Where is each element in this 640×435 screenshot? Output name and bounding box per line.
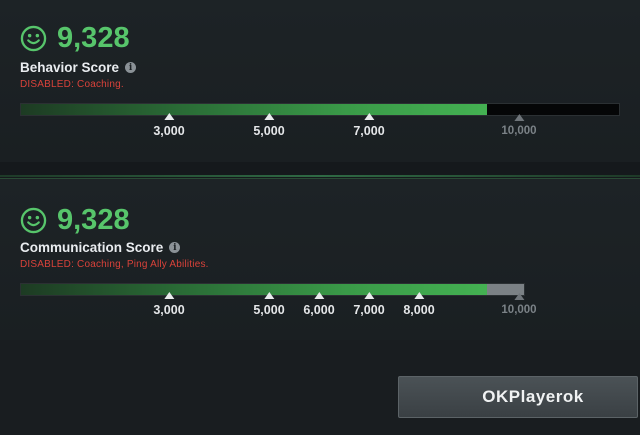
- tick-label: 7,000: [353, 303, 385, 317]
- behavior-tick: 5,000: [253, 113, 285, 138]
- communication-score-row: 9,328: [20, 204, 130, 237]
- communication-tick: 3,000: [153, 292, 185, 317]
- tick-label: 6,000: [303, 303, 335, 317]
- ok-button[interactable]: OKPlayerok: [398, 376, 638, 418]
- behavior-score-label: Behavior Score: [20, 60, 120, 75]
- tick-marker-icon: [364, 292, 374, 299]
- tick-label: 8,000: [403, 303, 435, 317]
- tick-marker-icon: [314, 292, 324, 299]
- info-icon[interactable]: i: [169, 242, 181, 253]
- behavior-tick: 7,000: [353, 113, 385, 138]
- behavior-score-panel: 9,328 Behavior Score i DISABLED: Coachin…: [0, 0, 640, 162]
- communication-score-label-row: Communication Score i: [20, 240, 181, 255]
- behavior-tick-max: 10,000: [501, 114, 537, 137]
- communication-score-panel: 9,328 Communication Score i DISABLED: Co…: [0, 178, 640, 341]
- tick-label: 10,000: [501, 125, 537, 137]
- tick-marker-icon: [364, 113, 374, 120]
- tick-label: 3,000: [153, 124, 185, 138]
- tick-marker-icon: [514, 114, 524, 121]
- info-icon[interactable]: i: [125, 62, 137, 73]
- tick-label: 7,000: [353, 124, 385, 138]
- tick-label: 5,000: [253, 303, 285, 317]
- tick-label: 3,000: [153, 303, 185, 317]
- tick-label: 5,000: [253, 124, 285, 138]
- behavior-tick: 3,000: [153, 113, 185, 138]
- tick-marker-icon: [164, 292, 174, 299]
- communication-disabled-text: DISABLED: Coaching, Ping Ally Abilities.: [20, 259, 209, 270]
- behavior-score-label-row: Behavior Score i: [20, 60, 137, 75]
- communication-score-label: Communication Score: [20, 240, 164, 255]
- communication-tick: 7,000: [353, 292, 385, 317]
- behavior-score-value: 9,328: [57, 22, 130, 54]
- communication-tick: 8,000: [403, 292, 435, 317]
- communication-score-value: 9,328: [57, 204, 130, 236]
- tick-marker-icon: [164, 113, 174, 120]
- tick-marker-icon: [264, 292, 274, 299]
- behavior-score-row: 9,328: [20, 22, 130, 55]
- panel-divider: [0, 175, 640, 177]
- tick-marker-icon: [514, 293, 524, 300]
- behavior-disabled-text: DISABLED: Coaching.: [20, 79, 124, 90]
- smiley-face-icon: [20, 207, 47, 234]
- ok-button-label: OKPlayerok: [482, 387, 584, 406]
- communication-tick: 5,000: [253, 292, 285, 317]
- communication-tick: 6,000: [303, 292, 335, 317]
- communication-tick-max: 10,000: [501, 293, 537, 316]
- tick-marker-icon: [414, 292, 424, 299]
- tick-marker-icon: [264, 113, 274, 120]
- smiley-face-icon: [20, 25, 47, 52]
- tick-label: 10,000: [501, 304, 537, 316]
